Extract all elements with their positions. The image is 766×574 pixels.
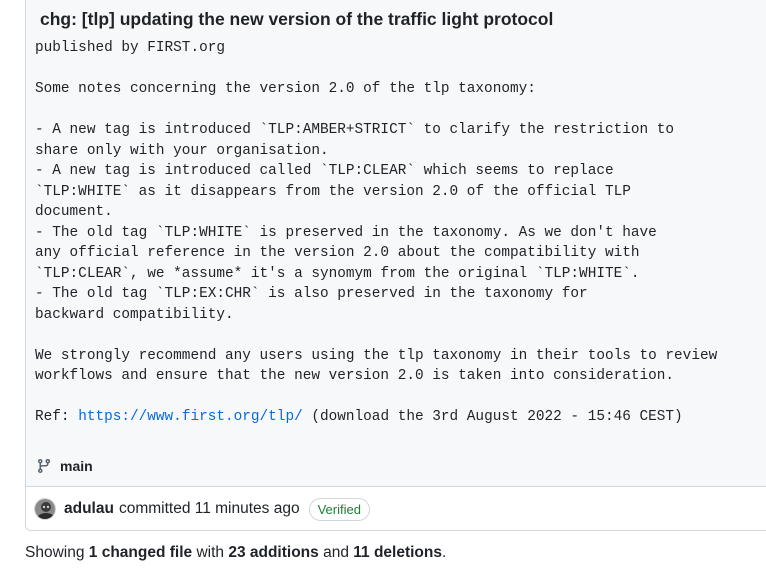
ref-prefix: Ref: [35,409,79,425]
commit-description-body: published by FIRST.org Some notes concer… [35,40,718,384]
ref-suffix: (download the 3rd August 2022 - 15:46 CE… [302,409,683,425]
verified-badge[interactable]: Verified [308,497,370,521]
changed-files-count[interactable]: 1 changed file [89,544,192,561]
diff-summary: Showing 1 changed file with 23 additions… [25,544,446,562]
summary-suffix: . [441,544,447,561]
branch-indicator[interactable]: main [36,456,93,476]
git-branch-icon [36,458,52,474]
commit-description: published by FIRST.org Some notes concer… [35,38,717,428]
additions-count: 23 additions [228,544,319,561]
summary-prefix: Showing [25,544,89,561]
commit-box: chg: [tlp] updating the new version of t… [25,0,766,531]
commit-time: committed 11 minutes ago [118,500,300,517]
deletions-count: 11 deletions [353,544,442,561]
summary-and: and [318,544,354,561]
ref-link[interactable]: https://www.first.org/tlp/ [78,409,303,425]
summary-with: with [192,544,229,561]
commit-author-bar: adulau committed 11 minutes ago Verified [26,486,766,530]
author-link[interactable]: adulau [64,500,114,518]
commit-title: chg: [tlp] updating the new version of t… [40,9,554,29]
avatar[interactable] [34,498,56,520]
branch-name: main [60,458,93,474]
